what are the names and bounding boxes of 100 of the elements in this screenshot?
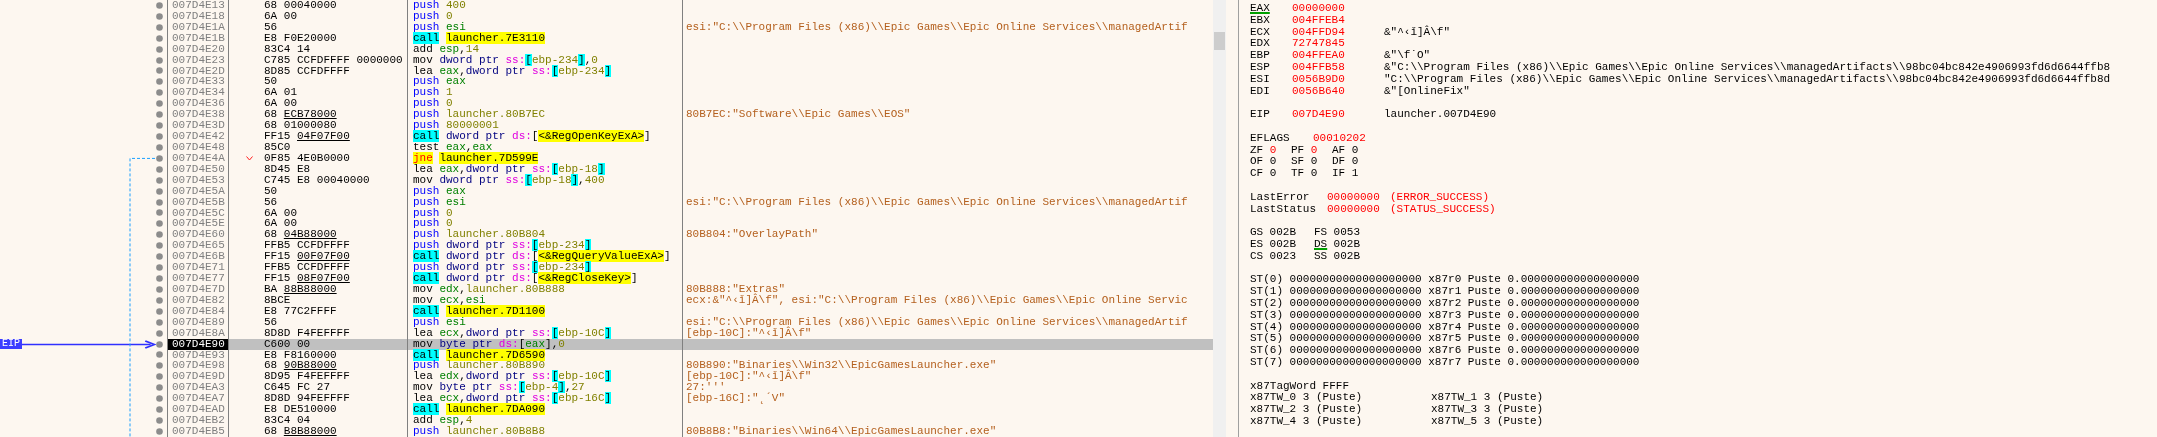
flag-value[interactable]: 0 [1310, 144, 1318, 157]
breakpoint-dot-icon[interactable] [156, 275, 163, 282]
breakpoint-dot-icon[interactable] [156, 307, 163, 315]
breakpoint-dot-icon[interactable] [156, 165, 163, 173]
fpu-register-line[interactable]: ST(7) 00000000000000000000 x87r7 Puste 0.000000000000000000 [1250, 356, 1640, 369]
breakpoint-dot-icon[interactable] [156, 242, 163, 250]
breakpoint-dot-icon[interactable] [156, 264, 163, 272]
tag-word-entry[interactable]: x87TW_4 3 (Puste) [1250, 415, 1363, 428]
fpu-register-line[interactable]: ST(2) 00000000000000000000 x87r2 Puste 0.000000000000000000 [1250, 297, 1640, 310]
register-value[interactable]: 004FFEA0 [1292, 50, 1384, 62]
register-value[interactable]: 72747845 [1292, 38, 1384, 51]
breakpoint-dot-icon[interactable] [156, 285, 163, 293]
fpu-register-line[interactable]: ST(1) 00000000000000000000 x87r1 Puste 0.000000000000000000 [1250, 286, 1640, 298]
flag-value[interactable]: 0 [1310, 168, 1318, 180]
register-value[interactable]: 0056B640 [1292, 85, 1384, 98]
breakpoint-dot-icon[interactable] [156, 395, 163, 403]
segment-value[interactable]: 0053 [1333, 227, 1360, 239]
segment-value[interactable]: 002B [1269, 238, 1296, 251]
tag-word-entry[interactable]: x87TW_3 3 (Puste) [1431, 404, 1544, 416]
breakpoint-dot-icon[interactable] [156, 34, 163, 42]
scrollbar-track[interactable] [1213, 0, 1226, 437]
fpu-register-line[interactable]: ST(0) 00000000000000000000 x87r0 Puste 0.000000000000000000 [1250, 274, 1640, 287]
instruction-text: push 0 [413, 10, 453, 22]
breakpoint-dot-icon[interactable] [156, 56, 163, 64]
tag-word-entry[interactable]: x87TW_0 3 (Puste) [1250, 392, 1363, 405]
breakpoint-dot-icon[interactable] [156, 220, 163, 228]
tag-word-line[interactable]: x87TagWord FFFF [1250, 380, 1350, 393]
breakpoint-dot-icon[interactable] [156, 45, 163, 53]
fpu-register-line[interactable]: ST(5) 00000000000000000000 x87r5 Puste 0.000000000000000000 [1250, 333, 1640, 346]
flag-value[interactable]: 0 [1310, 156, 1318, 169]
disassembly-row[interactable]: E8 F8160000 call launcher.7D6590 [229, 349, 1213, 361]
register-value[interactable]: 00000000 [1327, 203, 1390, 216]
disassembly-row[interactable]: E8 77C2FFFF call launcher.7D1100 [229, 305, 1213, 317]
tag-word-entry[interactable]: x87TW_2 3 (Puste) [1250, 404, 1363, 416]
disassembly-row[interactable]: 8D8D F4FEFFFF lea ecx,dword ptr ss:[ebp-10C] [ebp-10C]:"^‹ǐ]Â\f" [229, 327, 1213, 339]
breakpoint-dot-icon[interactable] [156, 176, 163, 184]
flag-value[interactable]: 0 [1269, 168, 1277, 180]
breakpoint-dot-icon[interactable] [156, 351, 163, 359]
instruction-text: push launcher.80B890 [413, 360, 546, 372]
fpu-register-line[interactable]: ST(4) 00000000000000000000 x87r4 Puste 0.000000000000000000 [1250, 321, 1640, 334]
flag-value[interactable]: 0 [1351, 156, 1359, 169]
breakpoint-dot-icon[interactable] [156, 1, 163, 9]
breakpoint-dot-icon[interactable] [156, 329, 163, 337]
segment-value[interactable]: 002B [1333, 250, 1360, 263]
breakpoint-dot-icon[interactable] [156, 12, 163, 20]
tag-word-entry[interactable]: x87TW_5 3 (Puste) [1431, 415, 1544, 428]
disassembly-row[interactable]: 8D85 CCFDFFFF lea eax,dword ptr ss:[ebp-234] [229, 65, 1213, 77]
breakpoint-dot-icon[interactable] [156, 100, 163, 108]
breakpoint-dot-icon[interactable] [156, 296, 163, 304]
disassembly-row[interactable]: E8 F0E20000 call launcher.7E3110 [229, 32, 1213, 44]
flag-value[interactable]: 0 [1269, 144, 1277, 157]
breakpoint-dot-icon[interactable] [156, 406, 163, 414]
breakpoint-dot-icon[interactable] [156, 67, 163, 75]
breakpoint-dot-icon[interactable] [156, 122, 163, 130]
disassembly-row[interactable]: FF15 04F07F00 call dword ptr ds:[<&RegOpenKeyExA>] [229, 131, 1213, 142]
breakpoint-dot-icon[interactable] [156, 417, 163, 424]
register-value[interactable]: 0056B9D0 [1292, 73, 1384, 86]
breakpoint-dot-icon[interactable] [156, 318, 163, 326]
register-value[interactable]: 007D4E90 [1292, 109, 1384, 121]
segment-value[interactable]: 002B [1333, 238, 1360, 251]
fpu-register-line[interactable]: ST(3) 00000000000000000000 x87r3 Puste 0.000000000000000000 [1250, 309, 1640, 322]
register-value[interactable]: 004FFEB4 [1292, 14, 1384, 27]
disassembly-row[interactable]: 0F85 4E0B0000 jne launcher.7D599E [229, 152, 1213, 164]
disassembly-row[interactable]: E8 DE510000 call launcher.7DA090 [229, 404, 1213, 416]
register-value[interactable]: 00000000 [1292, 3, 1384, 15]
register-value[interactable]: 004FFB58 [1292, 62, 1384, 74]
register-name: ESP [1250, 62, 1271, 74]
breakpoint-dot-icon[interactable] [156, 198, 163, 206]
segment-value[interactable]: 002B [1269, 227, 1296, 239]
disassembly-row[interactable]: C600 00 mov byte ptr ds:[eax],0 [229, 338, 1213, 350]
breakpoint-dot-icon[interactable] [156, 143, 163, 151]
flag-value[interactable]: 0 [1351, 144, 1359, 157]
breakpoint-dot-icon[interactable] [156, 253, 163, 261]
breakpoint-dot-icon[interactable] [156, 23, 163, 31]
breakpoint-dot-icon[interactable] [156, 209, 163, 217]
register-value[interactable]: 00000000 [1327, 191, 1390, 204]
breakpoint-dot-icon[interactable] [156, 154, 163, 162]
breakpoint-dot-icon[interactable] [156, 231, 163, 239]
breakpoint-dot-icon[interactable] [156, 340, 163, 348]
address-cell: 007D4E5A [167, 185, 229, 197]
disassembly-row[interactable]: C745 E8 00040000 mov dword ptr ss:[ebp-18],400 [229, 174, 1213, 186]
register-value[interactable]: 00010202 [1313, 132, 1366, 145]
breakpoint-dot-icon[interactable] [156, 78, 163, 86]
register-value[interactable]: 004FFD94 [1292, 26, 1384, 39]
flag-value[interactable]: 0 [1269, 156, 1277, 169]
breakpoint-dot-icon[interactable] [156, 427, 163, 435]
breakpoint-dot-icon[interactable] [156, 111, 163, 119]
flag-value[interactable]: 1 [1351, 168, 1359, 180]
segment-value[interactable]: 0023 [1269, 250, 1296, 263]
tag-word-entry[interactable]: x87TW_1 3 (Puste) [1431, 392, 1544, 405]
breakpoint-dot-icon[interactable] [156, 384, 163, 392]
fpu-register-line[interactable]: ST(6) 00000000000000000000 x87r6 Puste 0.000000000000000000 [1250, 345, 1640, 357]
breakpoint-dot-icon[interactable] [156, 373, 163, 381]
breakpoint-dot-icon[interactable] [156, 362, 163, 370]
breakpoint-dot-icon[interactable] [156, 89, 163, 97]
instruction-text: lea eax,dword ptr ss:[ebp-234] [413, 65, 612, 77]
instruction-bytes: 8BCE [264, 294, 291, 306]
breakpoint-dot-icon[interactable] [156, 187, 163, 195]
scrollbar-thumb[interactable] [1214, 32, 1225, 50]
breakpoint-dot-icon[interactable] [156, 133, 163, 140]
